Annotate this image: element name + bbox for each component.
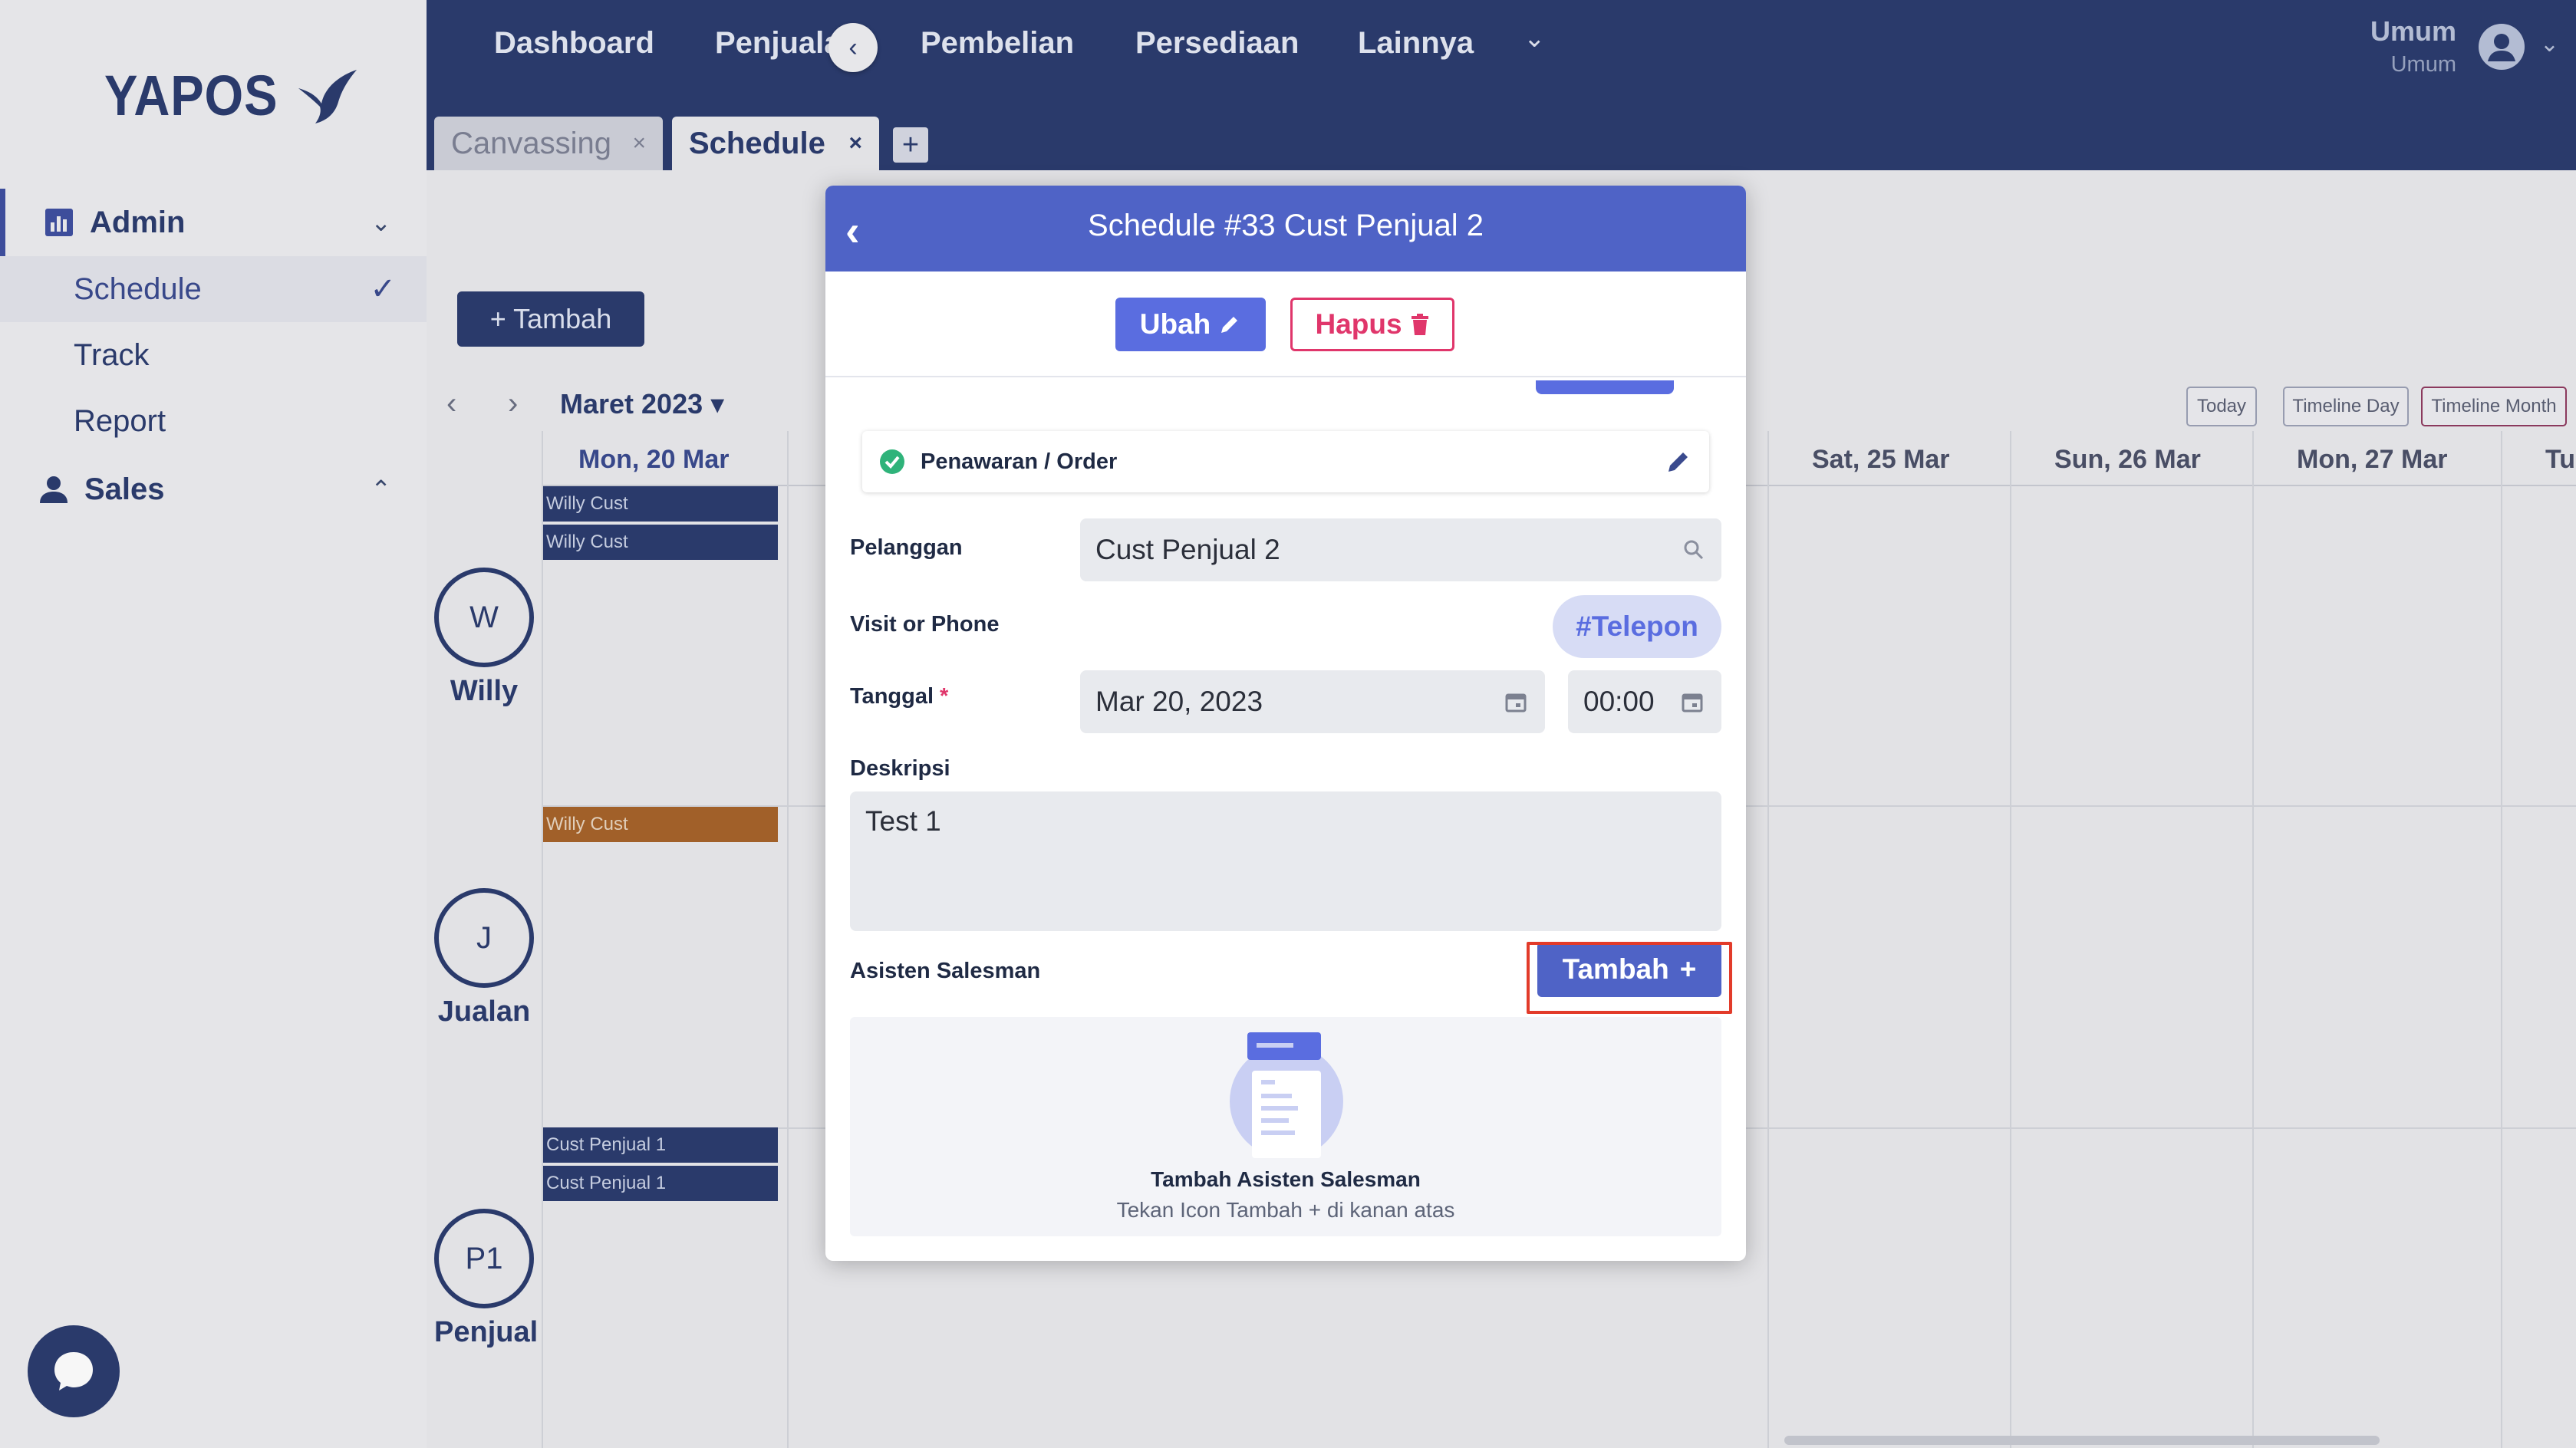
schedule-detail-modal: ‹ Schedule #33 Cust Penjual 2 Ubah Hapus…	[825, 186, 1746, 1261]
time-field[interactable]: 00:00	[1568, 670, 1721, 733]
edit-button[interactable]: Ubah	[1115, 298, 1266, 351]
check-circle-icon	[880, 449, 904, 474]
customer-field[interactable]: Cust Penjual 2	[1080, 518, 1721, 581]
add-assistant-button[interactable]: Tambah +	[1537, 942, 1721, 997]
description-textarea[interactable]: Test 1	[850, 791, 1721, 931]
calendar-icon	[1682, 693, 1703, 712]
assistant-empty-state: Tambah Asisten Salesman Tekan Icon Tamba…	[850, 1017, 1721, 1236]
date-field[interactable]: Mar 20, 2023	[1080, 670, 1545, 733]
scroll-indicator	[1536, 380, 1674, 394]
empty-document-illustration	[1230, 1032, 1343, 1158]
date-label: Tanggal *	[850, 684, 948, 709]
empty-state-title: Tambah Asisten Salesman	[1151, 1167, 1421, 1191]
divider	[825, 376, 1746, 377]
visit-type-chip[interactable]: #Telepon	[1553, 595, 1721, 658]
delete-button-label: Hapus	[1315, 308, 1402, 340]
customer-label: Pelanggan	[850, 535, 963, 560]
status-card[interactable]: Penawaran / Order	[862, 431, 1709, 492]
search-icon	[1684, 540, 1704, 560]
required-marker: *	[940, 684, 949, 709]
pencil-icon	[1221, 317, 1238, 333]
date-value: Mar 20, 2023	[1095, 686, 1263, 717]
chat-button[interactable]	[28, 1325, 120, 1417]
edit-button-label: Ubah	[1139, 308, 1211, 340]
visit-or-phone-label: Visit or Phone	[850, 612, 1000, 637]
description-label: Deskripsi	[850, 756, 950, 781]
modal-title: Schedule #33 Cust Penjual 2	[1088, 209, 1484, 242]
modal-header: ‹ Schedule #33 Cust Penjual 2	[825, 186, 1746, 272]
calendar-icon	[1505, 693, 1527, 712]
chat-bubble-icon	[54, 1352, 93, 1390]
plus-icon: +	[1679, 953, 1697, 985]
pencil-icon[interactable]	[1665, 448, 1692, 476]
delete-button[interactable]: Hapus	[1290, 298, 1454, 351]
status-label: Penawaran / Order	[921, 449, 1118, 474]
assistant-salesman-label: Asisten Salesman	[850, 959, 1041, 983]
customer-value: Cust Penjual 2	[1095, 534, 1280, 565]
date-label-text: Tanggal	[850, 684, 934, 709]
time-value: 00:00	[1583, 686, 1655, 717]
add-assistant-label: Tambah	[1562, 953, 1669, 985]
trash-icon	[1411, 314, 1428, 335]
empty-state-subtitle: Tekan Icon Tambah + di kanan atas	[1116, 1198, 1455, 1222]
